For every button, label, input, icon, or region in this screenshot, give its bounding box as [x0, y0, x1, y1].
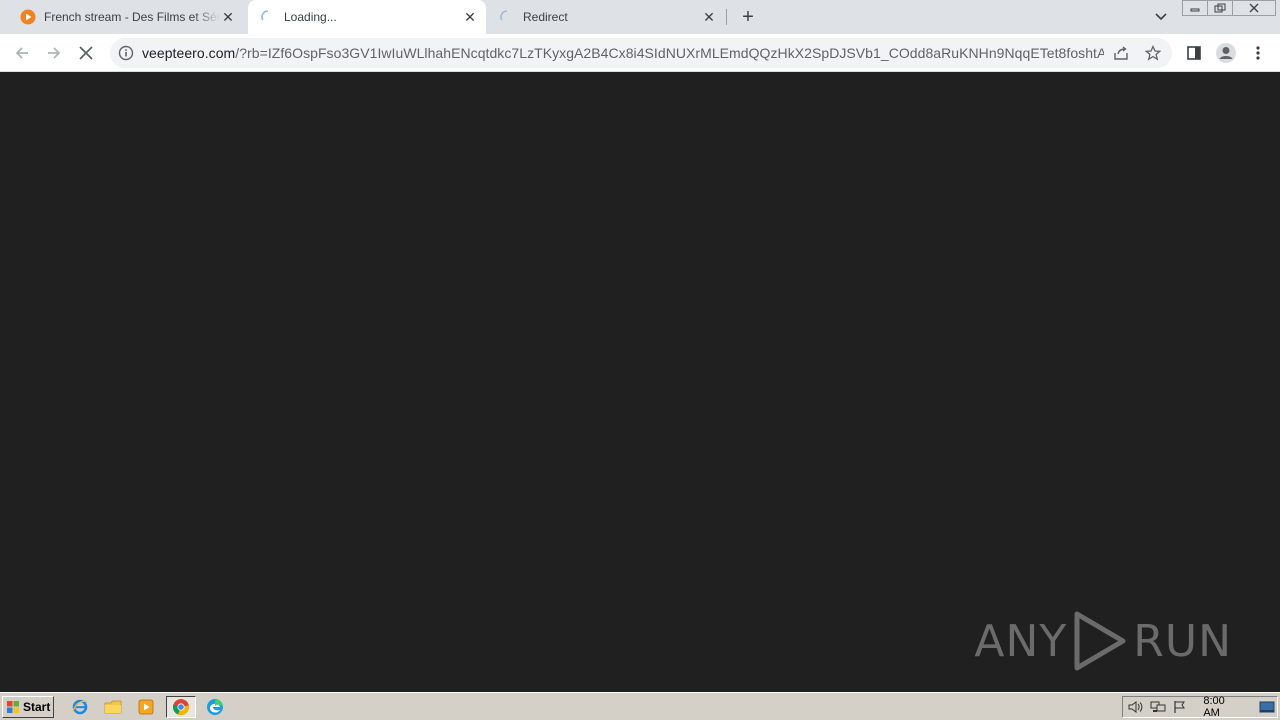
media-player-icon[interactable]	[134, 696, 158, 718]
network-icon[interactable]	[1148, 698, 1167, 716]
tab-separator	[726, 9, 727, 25]
restore-icon[interactable]	[1207, 0, 1233, 16]
watermark-right: RUN	[1133, 615, 1232, 667]
watermark-left: ANY	[974, 615, 1068, 667]
speaker-icon[interactable]	[1126, 698, 1145, 716]
close-window-icon[interactable]	[1232, 0, 1276, 16]
new-tab-button[interactable]: +	[736, 5, 760, 29]
stop-loading-icon[interactable]	[72, 39, 100, 67]
system-tray: 8:00 AM	[1122, 695, 1278, 719]
page-content: ANY RUN	[0, 72, 1280, 692]
back-arrow-icon[interactable]	[8, 39, 36, 67]
loading-spinner-icon	[499, 9, 515, 25]
tab-title: French stream - Des Films et Séries en	[44, 10, 220, 24]
explorer-icon[interactable]	[101, 696, 125, 718]
url-text[interactable]: veepteero.com/?rb=IZf6OspFso3GV1IwIuWLlh…	[142, 45, 1104, 61]
tab-redirect[interactable]: Redirect ✕	[487, 0, 725, 34]
address-bar[interactable]: veepteero.com/?rb=IZf6OspFso3GV1IwIuWLlh…	[110, 38, 1172, 68]
windows-flag-icon	[7, 701, 19, 713]
kebab-menu-icon[interactable]	[1244, 39, 1272, 67]
share-icon[interactable]	[1112, 44, 1130, 62]
orange-play-icon	[20, 9, 36, 25]
info-icon[interactable]	[118, 45, 134, 61]
close-tab-icon[interactable]: ✕	[462, 9, 478, 25]
chevron-down-icon[interactable]	[1150, 6, 1172, 28]
side-panel-icon[interactable]	[1180, 39, 1208, 67]
star-bookmark-icon[interactable]	[1144, 44, 1162, 62]
url-path: /?rb=IZf6OspFso3GV1IwIuWLlhahENcqtdkc7Lz…	[235, 45, 1104, 61]
url-host: veepteero.com	[142, 45, 236, 61]
anyrun-watermark: ANY RUN	[974, 610, 1232, 672]
tab-french-stream[interactable]: French stream - Des Films et Séries en ✕	[8, 0, 244, 34]
close-tab-icon[interactable]: ✕	[701, 9, 717, 25]
play-logo-icon	[1074, 611, 1126, 671]
chrome-icon[interactable]	[166, 696, 196, 718]
browser-toolbar: veepteero.com/?rb=IZf6OspFso3GV1IwIuWLlh…	[0, 34, 1280, 72]
close-tab-icon[interactable]: ✕	[220, 9, 236, 25]
minimize-icon[interactable]	[1182, 0, 1208, 16]
start-button[interactable]: Start	[2, 696, 54, 718]
edge-icon[interactable]	[203, 696, 227, 718]
tab-title: Redirect	[523, 10, 568, 24]
window-controls	[1182, 0, 1276, 18]
tab-loading[interactable]: Loading... ✕	[248, 0, 486, 34]
tab-strip: French stream - Des Films et Séries en ✕…	[0, 0, 1280, 34]
tab-title: Loading...	[284, 10, 337, 24]
loading-spinner-icon	[260, 9, 276, 25]
ie-icon[interactable]	[68, 696, 92, 718]
action-center-flag-icon[interactable]	[1170, 698, 1189, 716]
forward-arrow-icon[interactable]	[40, 39, 68, 67]
taskbar: Start 8:00 AM	[0, 692, 1280, 720]
clock: 8:00 AM	[1203, 695, 1225, 719]
show-desktop-icon[interactable]	[1258, 698, 1277, 716]
start-label: Start	[23, 700, 51, 714]
profile-avatar-icon[interactable]	[1212, 39, 1240, 67]
